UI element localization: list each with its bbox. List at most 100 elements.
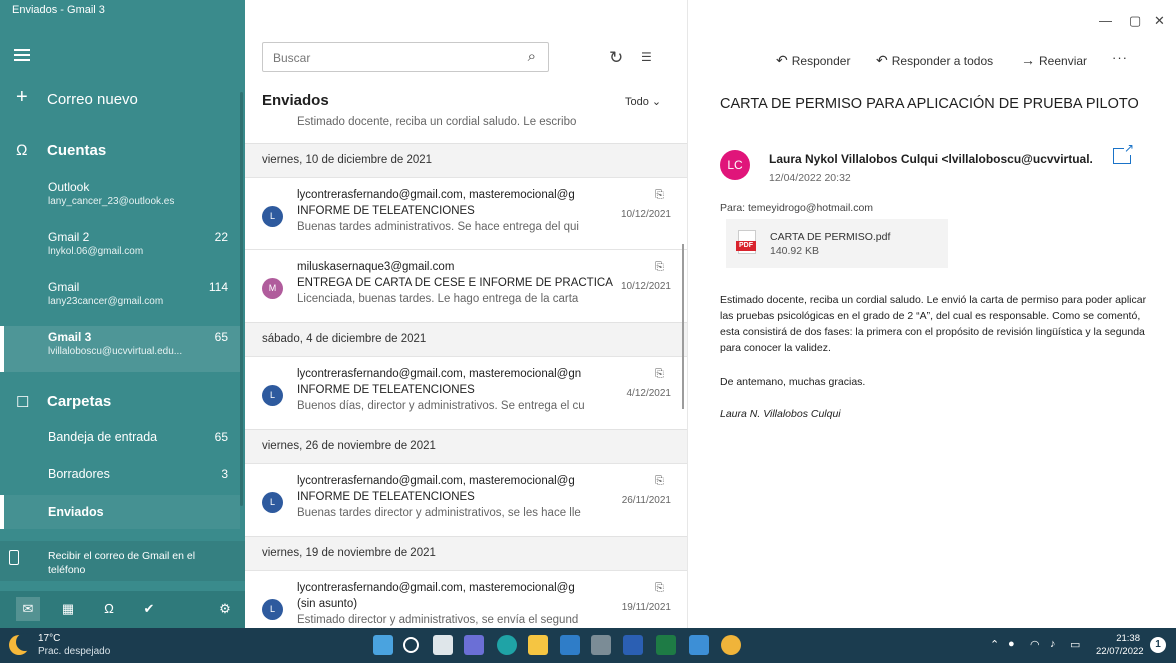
unread-count: 114 [208,280,228,294]
clock-time: 21:38 [1116,633,1140,644]
person-icon: Ω [16,142,28,159]
app-switcher-bar: ✉ ▦ Ω ✔ ⚙ [0,591,245,628]
partial-message-preview[interactable]: Estimado docente, reciba un cordial salu… [297,116,637,128]
message-date: 4/12/2021 [626,388,672,399]
attachment-icon: ⎘ [655,582,664,594]
message-item[interactable]: L lycontrerasfernando@gmail.com, mastere… [245,463,687,539]
calendar-app-icon[interactable] [689,635,709,655]
edge-icon[interactable] [497,635,517,655]
search-icon[interactable]: ⌕ [528,48,536,65]
notification-badge[interactable]: 1 [1150,637,1166,653]
close-button[interactable]: ✕ [1154,13,1165,29]
forward-button[interactable]: → Reenviar [1021,52,1087,68]
todo-icon[interactable]: ✔ [137,597,161,621]
folder-label: Bandeja de entrada [48,430,158,444]
folders-header[interactable]: ☐ Carpetas [0,391,240,415]
start-icon[interactable] [373,635,393,655]
battery-icon[interactable]: ▭ [1070,638,1080,651]
get-mobile-app-banner[interactable]: Recibir el correo de Gmail en el teléfon… [0,541,245,581]
teams-chat-icon[interactable] [464,635,484,655]
new-mail-button[interactable]: + Correo nuevo [0,86,240,112]
message-list-scrollbar[interactable] [682,244,684,409]
people-icon[interactable]: Ω [97,597,121,621]
account-outlook[interactable]: Outlook lany_cancer_23@outlook.es [0,180,240,222]
unread-count: 22 [214,230,228,244]
message-item[interactable]: L lycontrerasfernando@gmail.com, mastere… [245,570,687,628]
message-item[interactable]: L lycontrerasfernando@gmail.com, mastere… [245,356,687,432]
word-icon[interactable] [623,635,643,655]
forward-icon: → [1021,52,1035,68]
wifi-icon[interactable]: ◠ [1030,638,1040,651]
account-gmail-2[interactable]: Gmail 2 22 lnykol.06@gmail.com [0,230,240,272]
calendar-icon[interactable]: ▦ [56,597,80,621]
sender-avatar: LC [720,150,750,180]
date-separator: viernes, 10 de diciembre de 2021 [245,143,687,177]
file-explorer-icon[interactable] [528,635,548,655]
calculator-icon[interactable] [591,635,611,655]
account-address: lany23cancer@gmail.com [48,296,164,307]
message-from: lycontrerasfernando@gmail.com, masteremo… [297,189,575,201]
sender-name[interactable]: Laura Nykol Villalobos Culqui <lvillalob… [769,152,1093,166]
sidebar-scrollbar[interactable] [240,92,243,506]
email-body-paragraph: Estimado docente, reciba un cordial salu… [720,294,1147,354]
reply-button[interactable]: ↶ Responder [776,52,850,69]
weather-condition[interactable]: Prac. despejado [38,646,110,657]
recipient-line: Para: temeyidrogo@hotmail.com [720,202,874,214]
account-address: lnykol.06@gmail.com [48,246,144,257]
folder-inbox[interactable]: Bandeja de entrada 65 [0,422,240,454]
message-date: 10/12/2021 [620,209,671,220]
security-icon[interactable]: ● [1008,638,1015,650]
attachment-card[interactable]: PDF CARTA DE PERMISO.pdf 140.92 KB [726,219,948,268]
message-item[interactable]: L lycontrerasfernando@gmail.com, mastere… [245,177,687,253]
maximize-button[interactable]: ▢ [1129,13,1141,29]
message-date: 19/11/2021 [621,602,671,613]
window-title: Enviados - Gmail 3 [12,4,105,16]
folder-drafts[interactable]: Borradores 3 [0,459,240,491]
more-actions-button[interactable]: ··· [1112,50,1128,65]
message-from: lycontrerasfernando@gmail.com, masteremo… [297,582,575,594]
search-icon[interactable] [403,637,419,653]
avatar: L [262,599,283,620]
mail-icon[interactable]: ✉ [16,597,40,621]
search-placeholder: Buscar [273,51,311,65]
temperature[interactable]: 17°C [38,633,60,644]
reply-all-icon: ↶ [876,52,888,68]
sync-icon[interactable]: ↻ [609,48,623,68]
show-hidden-icons-icon[interactable]: ⌃ [990,638,999,651]
folder-icon: ☐ [16,394,30,411]
excel-icon[interactable] [656,635,676,655]
attachment-size: 140.92 KB [770,245,820,257]
account-name: Gmail [48,280,80,294]
open-in-new-window-icon[interactable] [1113,141,1134,164]
attachment-icon: ⎘ [655,368,664,380]
new-mail-label: Correo nuevo [47,91,138,108]
account-gmail[interactable]: Gmail 114 lany23cancer@gmail.com [0,280,240,322]
reply-all-button[interactable]: ↶ Responder a todos [876,52,993,69]
account-name: Outlook [48,180,90,194]
account-gmail-3[interactable]: Gmail 3 65 lvillaloboscu@ucvvirtual.edu.… [0,326,240,372]
minimize-button[interactable]: — [1099,13,1112,28]
hamburger-menu-icon[interactable] [14,49,30,61]
message-date: 10/12/2021 [620,281,671,292]
accounts-heading: Cuentas [47,142,107,159]
filter-dropdown[interactable]: Todo ⌄ [625,95,661,108]
volume-icon[interactable]: ♪ [1050,638,1056,650]
clock[interactable]: 21:38 22/07/2022 [1096,632,1144,658]
date-label: viernes, 10 de diciembre de 2021 [262,154,433,166]
email-subject: CARTA DE PERMISO PARA APLICACIÓN DE PRUE… [720,96,1139,112]
folder-title: Enviados [262,92,329,109]
chrome-icon[interactable] [721,635,741,655]
message-item[interactable]: M miluskasernaque3@gmail.com ⎘ ENTREGA D… [245,249,687,325]
folders-heading: Carpetas [47,393,112,410]
folder-sent[interactable]: Enviados [0,495,240,529]
weather-moon-icon[interactable] [9,633,34,655]
settings-icon[interactable]: ⚙ [213,597,237,621]
accounts-header[interactable]: Ω Cuentas [0,140,240,164]
attachment-icon: ⎘ [655,475,664,487]
date-separator: viernes, 26 de noviembre de 2021 [245,429,687,463]
task-view-icon[interactable] [433,635,453,655]
mail-app-icon[interactable] [560,635,580,655]
selection-mode-icon[interactable]: ☰ [641,50,652,64]
search-input[interactable]: Buscar ⌕ [262,42,549,72]
message-preview: Buenas tardes director y administrativos… [297,507,581,519]
